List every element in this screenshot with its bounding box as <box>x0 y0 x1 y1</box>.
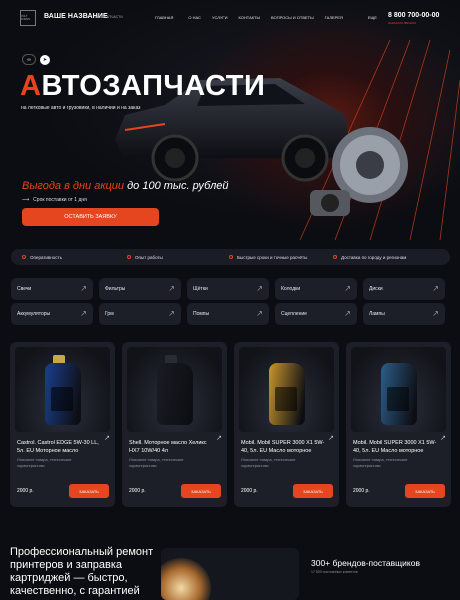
product-description: Описание товара, технические характерист… <box>241 458 296 468</box>
arrow-up-right-icon: ↗ <box>80 309 87 318</box>
lamp-glow <box>161 558 211 600</box>
vk-icon[interactable]: ∞ <box>22 54 36 65</box>
arrow-up-right-icon: ↗ <box>168 284 175 293</box>
arrow-up-right-icon: ↗ <box>344 284 351 293</box>
product-description: Описание товара, технические характерист… <box>129 458 184 468</box>
product-card[interactable]: ↗ Shell. Моторное масло Хеликс HX7 10W/4… <box>122 342 227 507</box>
hero-offer: Выгода в дни акции до 100 тыс. рублей <box>22 180 229 192</box>
nav-home[interactable]: ГЛАВНАЯ <box>155 15 173 20</box>
product-description: Описание товара, технические характерист… <box>17 458 72 468</box>
dot-icon <box>229 255 233 259</box>
product-image <box>15 347 110 432</box>
site-header: VOLT FORMS ВАШЕ НАЗВАНИЕ АВТОЗАПЧАСТИ ГЛ… <box>0 0 460 38</box>
feature-item: Доставка по городу и регионам <box>333 255 406 260</box>
product-name: Castrol. Castrol EDGE 5W-30 LL, 5л. EU М… <box>17 440 99 454</box>
product-name: Mobil. Mobil SUPER 3000 X1 5W-40, 5л. EU… <box>353 440 437 454</box>
logo[interactable]: VOLT FORMS <box>20 10 36 26</box>
product-card[interactable]: ↗ Castrol. Castrol EDGE 5W-30 LL, 5л. EU… <box>10 342 115 507</box>
order-button[interactable]: ЗАКАЗАТЬ <box>293 484 333 498</box>
leave-request-button[interactable]: ОСТАВИТЬ ЗАЯВКУ <box>22 208 159 226</box>
arrow-up-right-icon[interactable]: ↗ <box>104 434 110 442</box>
product-price: 2000 р. <box>241 488 258 494</box>
arrow-up-right-icon[interactable]: ↗ <box>216 434 222 442</box>
delivery-info: ⟶ Срок поставки от 1 дня <box>22 197 87 203</box>
phone-number[interactable]: 8 800 700-00-00 <box>388 12 439 19</box>
promo-image <box>161 548 299 600</box>
telegram-icon[interactable]: ➤ <box>40 55 50 65</box>
category-lamps[interactable]: Лампы ↗ <box>363 303 445 325</box>
category-clutch[interactable]: Сцепление ↗ <box>275 303 357 325</box>
main-nav: ГЛАВНАЯ О НАС УСЛУГИ КОНТАКТЫ ВОПРОСЫ И … <box>155 15 377 20</box>
printer-repair-heading: Профессиональный ремонт принтеров и запр… <box>10 546 154 597</box>
feature-item: Опыт работы <box>127 255 163 260</box>
category-spark-plugs[interactable]: Свечи ↗ <box>11 278 93 300</box>
category-filters[interactable]: Фильтры ↗ <box>99 278 181 300</box>
category-timing[interactable]: Грм ↗ <box>99 303 181 325</box>
dot-icon <box>333 255 337 259</box>
social-links: ∞ ➤ <box>22 54 50 65</box>
features-bar: Оперативность Опыт работы Быстрые сроки … <box>11 249 450 265</box>
product-price: 2000 р. <box>353 488 370 494</box>
nav-contacts[interactable]: КОНТАКТЫ <box>238 15 260 20</box>
arrow-up-right-icon: ↗ <box>432 284 439 293</box>
bottle-label <box>275 387 297 411</box>
clients-count: 17 500 постоянных клиентов <box>311 570 358 574</box>
arrow-up-right-icon: ↗ <box>168 309 175 318</box>
arrow-up-right-icon: ↗ <box>256 284 263 293</box>
arrow-up-right-icon: ↗ <box>344 309 351 318</box>
nav-gallery[interactable]: ГАЛЕРЕЯ <box>325 15 343 20</box>
hero-title: АВТОЗАПЧАСТИ <box>20 70 266 102</box>
category-brushes[interactable]: Щётки ↗ <box>187 278 269 300</box>
bottle-label <box>51 387 73 411</box>
product-name: Shell. Моторное масло Хеликс HX7 10W/40 … <box>129 440 207 454</box>
turbocharger-image <box>310 127 408 216</box>
order-button[interactable]: ЗАКАЗАТЬ <box>405 484 445 498</box>
category-disks[interactable]: Диски ↗ <box>363 278 445 300</box>
product-card[interactable]: ↗ Mobil. Mobil SUPER 3000 X1 5W-40, 5л. … <box>346 342 451 507</box>
product-price: 2000 р. <box>129 488 146 494</box>
arrow-up-right-icon: ↗ <box>80 284 87 293</box>
brands-count: 300+ брендов-поставщиков <box>311 558 420 568</box>
product-image <box>239 347 334 432</box>
product-image <box>127 347 222 432</box>
order-call-link[interactable]: ЗАКАЗАТЬ ЗВОНОК <box>388 21 416 25</box>
nav-services[interactable]: УСЛУГИ <box>212 15 228 20</box>
product-price: 2000 р. <box>17 488 34 494</box>
order-button[interactable]: ЗАКАЗАТЬ <box>181 484 221 498</box>
arrow-up-right-icon: ↗ <box>432 309 439 318</box>
order-button[interactable]: ЗАКАЗАТЬ <box>69 484 109 498</box>
product-card[interactable]: ↗ Mobil. Mobil SUPER 3000 X1 5W-40, 5л. … <box>234 342 339 507</box>
bottle-label <box>387 387 409 411</box>
product-name: Mobil. Mobil SUPER 3000 X1 5W-40, 5л. EU… <box>241 440 325 454</box>
nav-faq[interactable]: ВОПРОСЫ И ОТВЕТЫ <box>271 15 314 20</box>
product-image <box>351 347 446 432</box>
category-batteries[interactable]: Аккумуляторы ↗ <box>11 303 93 325</box>
arrow-up-right-icon: ↗ <box>256 309 263 318</box>
arrow-up-right-icon[interactable]: ↗ <box>328 434 334 442</box>
feature-item: Оперативность <box>22 255 62 260</box>
nav-more[interactable]: ЕЩЕ <box>368 15 377 20</box>
arrow-up-right-icon[interactable]: ↗ <box>440 434 446 442</box>
nav-about[interactable]: О НАС <box>188 15 201 20</box>
category-pumps[interactable]: Помпы ↗ <box>187 303 269 325</box>
feature-item: Быстрые сроки и точные расчёты <box>229 255 307 260</box>
oil-bottle <box>157 363 193 425</box>
arrow-right-icon: ⟶ <box>22 197 30 203</box>
hero-subtitle: на легковые авто и грузовики, в наличии … <box>21 105 141 111</box>
brand-sub: АВТОЗАПЧАСТИ <box>95 15 123 19</box>
product-description: Описание товара, технические характерист… <box>353 458 408 468</box>
dot-icon <box>127 255 131 259</box>
category-pads[interactable]: Колодки ↗ <box>275 278 357 300</box>
dot-icon <box>22 255 26 259</box>
